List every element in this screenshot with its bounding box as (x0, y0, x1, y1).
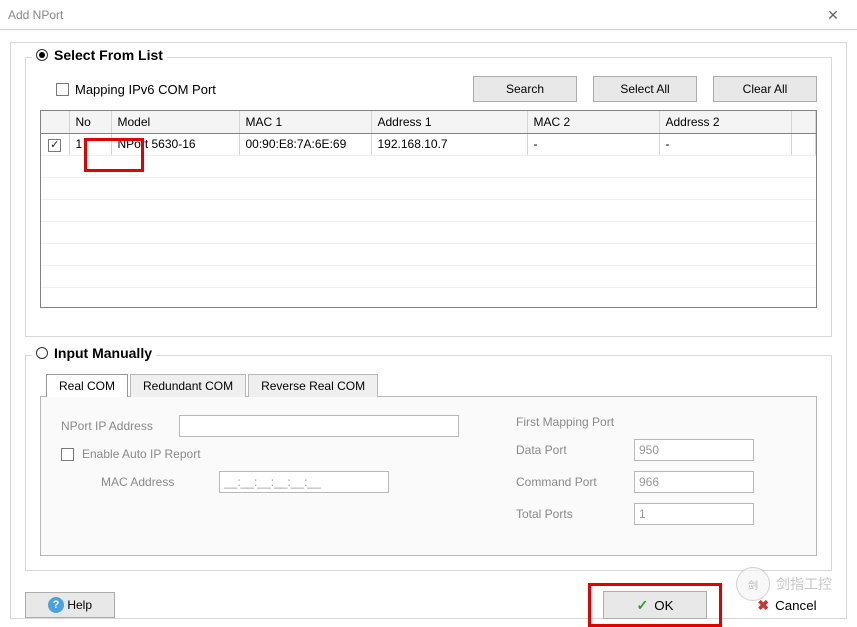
col-header-model[interactable]: Model (111, 111, 239, 133)
nport-ip-address-input[interactable] (179, 415, 459, 437)
radio-input-manually[interactable] (36, 347, 48, 359)
cell-addr2: - (659, 133, 791, 155)
check-icon: ✓ (637, 597, 649, 614)
row-checkbox[interactable] (48, 139, 61, 152)
tab-reverse-real-com[interactable]: Reverse Real COM (248, 374, 378, 397)
data-port-label: Data Port (516, 443, 626, 457)
select-from-list-title[interactable]: Select From List (32, 47, 167, 63)
input-manually-title[interactable]: Input Manually (32, 345, 156, 361)
col-header-blank[interactable] (791, 111, 816, 133)
enable-auto-ip-label: Enable Auto IP Report (82, 447, 201, 461)
mapping-ipv6-checkbox[interactable] (56, 83, 69, 96)
x-icon: ✖ (757, 597, 769, 614)
cell-model: NPort 5630-16 (111, 133, 239, 155)
total-ports-label: Total Ports (516, 507, 626, 521)
tabs: Real COM Redundant COM Reverse Real COM (46, 372, 817, 396)
clear-all-button[interactable]: Clear All (713, 76, 817, 102)
enable-auto-ip-checkbox[interactable] (61, 448, 74, 461)
input-manually-group: Input Manually Real COM Redundant COM Re… (25, 355, 832, 571)
col-header-mac2[interactable]: MAC 2 (527, 111, 659, 133)
annotation-highlight-ok: ✓ OK (588, 583, 722, 627)
cell-mac1: 00:90:E8:7A:6E:69 (239, 133, 371, 155)
help-icon: ? (48, 597, 64, 613)
tab-redundant-com[interactable]: Redundant COM (130, 374, 246, 397)
dialog-frame: Select From List Mapping IPv6 COM Port S… (10, 42, 847, 619)
col-header-no[interactable]: No (69, 111, 111, 133)
first-mapping-port-label: First Mapping Port (516, 415, 614, 429)
cell-mac2: - (527, 133, 659, 155)
cell-no: 1 (69, 133, 111, 155)
bottom-bar: ? Help 剑 剑指工控 ✓ OK ✖ Cancel (25, 583, 832, 627)
device-table[interactable]: No Model MAC 1 Address 1 MAC 2 Address 2… (40, 110, 817, 308)
tab-body: NPort IP Address Enable Auto IP Report M… (40, 396, 817, 556)
radio-select-from-list[interactable] (36, 49, 48, 61)
table-header-row: No Model MAC 1 Address 1 MAC 2 Address 2 (41, 111, 816, 133)
mapping-ipv6-checkbox-label[interactable]: Mapping IPv6 COM Port (56, 82, 216, 97)
search-button[interactable]: Search (473, 76, 577, 102)
tab-real-com[interactable]: Real COM (46, 374, 128, 397)
ok-button[interactable]: ✓ OK (603, 591, 707, 619)
table-row[interactable]: 1 NPort 5630-16 00:90:E8:7A:6E:69 192.16… (41, 133, 816, 155)
select-from-list-group: Select From List Mapping IPv6 COM Port S… (25, 57, 832, 337)
close-icon[interactable]: ✕ (819, 4, 847, 26)
cell-blank (791, 133, 816, 155)
col-header-check[interactable] (41, 111, 69, 133)
col-header-addr1[interactable]: Address 1 (371, 111, 527, 133)
titlebar: Add NPort ✕ (0, 0, 857, 30)
command-port-label: Command Port (516, 475, 626, 489)
col-header-addr2[interactable]: Address 2 (659, 111, 791, 133)
data-port-input[interactable] (634, 439, 754, 461)
cancel-button[interactable]: ✖ Cancel (742, 591, 832, 619)
mac-address-input[interactable] (219, 471, 389, 493)
col-header-mac1[interactable]: MAC 1 (239, 111, 371, 133)
mac-address-label: MAC Address (101, 475, 211, 489)
help-button[interactable]: ? Help (25, 592, 115, 618)
command-port-input[interactable] (634, 471, 754, 493)
total-ports-input[interactable] (634, 503, 754, 525)
cell-addr1: 192.168.10.7 (371, 133, 527, 155)
nport-ip-label: NPort IP Address (61, 419, 171, 433)
select-all-button[interactable]: Select All (593, 76, 697, 102)
window-title: Add NPort (8, 8, 63, 22)
